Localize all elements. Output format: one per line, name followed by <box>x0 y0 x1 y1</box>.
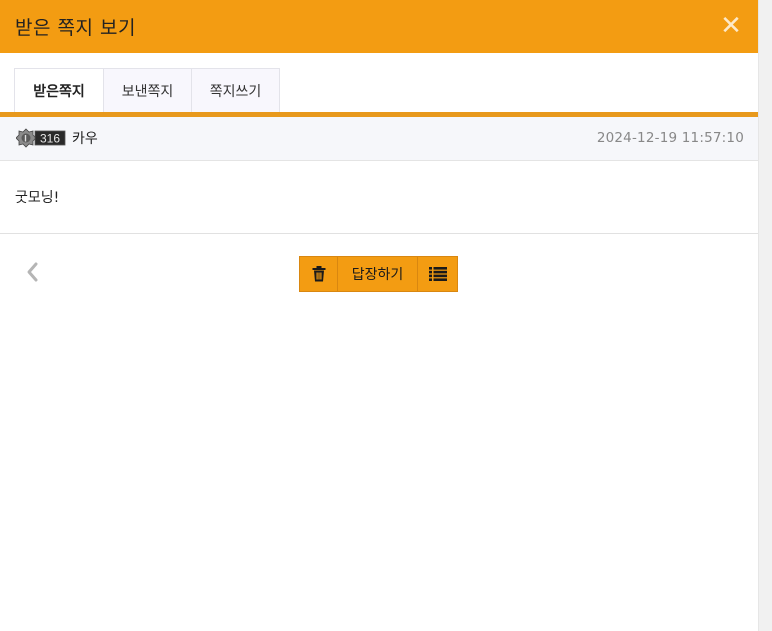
title-bar: 받은 쪽지 보기 ✕ <box>0 0 758 53</box>
tab-compose-label: 쪽지쓰기 <box>209 83 262 100</box>
svg-text:I: I <box>24 134 27 144</box>
reply-button[interactable]: 답장하기 <box>337 257 417 291</box>
message-body: 굿모닝! <box>0 161 758 234</box>
close-icon[interactable]: ✕ <box>718 11 744 41</box>
chevron-left-icon[interactable] <box>24 261 42 283</box>
popup-content: 받은 쪽지 보기 ✕ 받은쪽지 보낸쪽지 쪽지쓰기 I 316 카우 2024-… <box>0 0 758 631</box>
message-header: I 316 카우 2024-12-19 11:57:10 <box>0 117 758 161</box>
tab-received-label: 받은쪽지 <box>33 83 85 100</box>
list-button[interactable] <box>417 257 457 291</box>
level-badge: I 316 <box>15 128 66 148</box>
message-date: 2024-12-19 11:57:10 <box>596 130 744 146</box>
reply-button-label: 답장하기 <box>351 267 404 283</box>
level-emblem-icon: I 316 <box>15 128 66 148</box>
trash-icon <box>312 266 325 282</box>
vertical-scrollbar[interactable] <box>758 0 772 631</box>
tab-sent[interactable]: 보낸쪽지 <box>103 68 192 112</box>
message-text: 굿모닝! <box>15 190 60 206</box>
delete-button[interactable] <box>300 257 337 291</box>
list-icon <box>428 267 447 281</box>
action-button-group: 답장하기 <box>299 256 458 292</box>
sender-name[interactable]: 카우 <box>72 128 98 148</box>
level-number: 316 <box>40 132 60 146</box>
window-title: 받은 쪽지 보기 <box>15 17 136 39</box>
tab-sent-label: 보낸쪽지 <box>121 83 174 100</box>
tab-compose[interactable]: 쪽지쓰기 <box>191 68 280 112</box>
message-popup-window: 받은 쪽지 보기 ✕ 받은쪽지 보낸쪽지 쪽지쓰기 I 316 카우 2024-… <box>0 0 772 631</box>
tab-bar: 받은쪽지 보낸쪽지 쪽지쓰기 <box>14 68 280 112</box>
tab-received[interactable]: 받은쪽지 <box>14 68 104 112</box>
